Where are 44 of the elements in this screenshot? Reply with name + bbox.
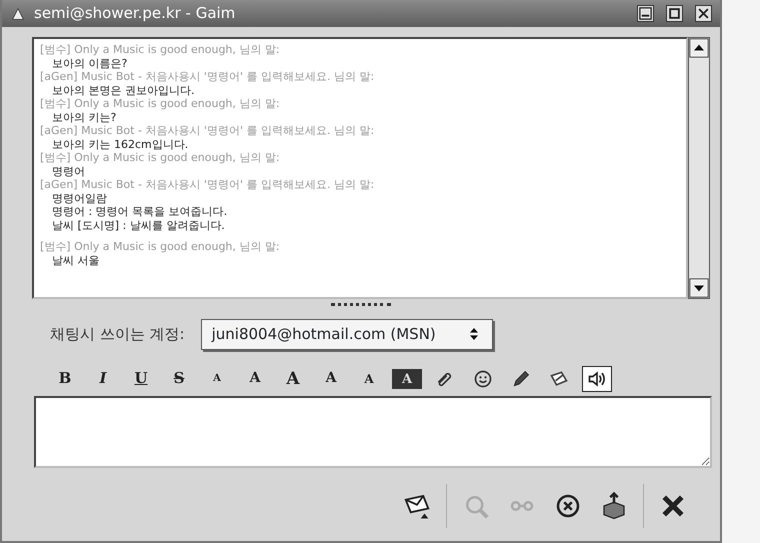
scroll-down-icon[interactable] xyxy=(689,278,709,298)
close-icon xyxy=(696,6,711,21)
message-text: 명령어일람 xyxy=(51,192,108,205)
message-text: 보아의 키는? xyxy=(51,110,118,124)
larger-font-button[interactable]: A xyxy=(278,366,308,392)
message-text: 명령어 : 명령어 목록을 보여줍니다. xyxy=(51,205,228,218)
app-icon xyxy=(10,6,26,22)
font-button[interactable]: A xyxy=(354,366,384,392)
message-text: 명령어 xyxy=(51,164,86,178)
message-input[interactable] xyxy=(34,396,712,468)
message-header: [aGen] Music Bot - 처음사용시 '명령어' 를 입력해보세요. 님의 말: xyxy=(40,70,376,84)
scrollbar[interactable] xyxy=(688,37,710,299)
message-text: 날씨 서울 xyxy=(51,254,100,267)
font-button[interactable]: A xyxy=(316,366,346,392)
maximize-icon xyxy=(667,6,682,21)
message-header: [aGen] Music Bot - 처음사용시 '명령어' 를 입력해보세요. 님의 말: xyxy=(40,124,376,138)
message-text: 보아의 이름은? xyxy=(51,56,128,70)
message-header: [범수] Only a Music is good enough, 님의 말: xyxy=(40,240,281,254)
message-text: 보아의 본명은 권보아입니다. xyxy=(51,84,196,97)
sound-button[interactable] xyxy=(582,366,612,392)
minimize-icon xyxy=(638,6,653,21)
smiley-icon xyxy=(473,369,493,390)
italic-button[interactable]: I xyxy=(88,366,118,392)
pen-icon xyxy=(511,369,531,390)
font-button[interactable]: A xyxy=(240,366,270,392)
message-header: [범수] Only a Music is good enough, 님의 말: xyxy=(40,97,281,110)
sound-icon xyxy=(587,369,607,390)
minimize-button[interactable] xyxy=(637,5,654,22)
message-text: 보아의 키는 162cm입니다. xyxy=(51,138,190,151)
message-header: [범수] Only a Music is good enough, 님의 말: xyxy=(40,151,281,164)
strikethrough-button[interactable]: S xyxy=(164,366,194,392)
account-label: 채팅시 쓰이는 계정: xyxy=(50,324,185,345)
window-title: semi@shower.pe.kr - Gaim xyxy=(34,3,236,24)
close-button[interactable] xyxy=(695,5,712,22)
background-color-button[interactable]: A xyxy=(392,368,422,388)
underline-button[interactable]: U xyxy=(126,366,156,392)
message-text: 날씨 [도시명] : 날씨를 알려줍니다. xyxy=(51,218,226,232)
bold-button[interactable]: B xyxy=(50,366,80,392)
account-dropdown[interactable]: juni8004@hotmail.com (MSN) xyxy=(200,319,493,350)
scroll-up-icon[interactable] xyxy=(689,38,709,58)
smaller-font-button[interactable]: A xyxy=(202,366,232,392)
message-header: [범수] Only a Music is good enough, 님의 말: xyxy=(40,43,281,56)
message-header: [aGen] Music Bot - 처음사용시 '명령어' 를 입력해보세요. 님의 말: xyxy=(40,178,376,192)
maximize-button[interactable] xyxy=(666,5,683,22)
